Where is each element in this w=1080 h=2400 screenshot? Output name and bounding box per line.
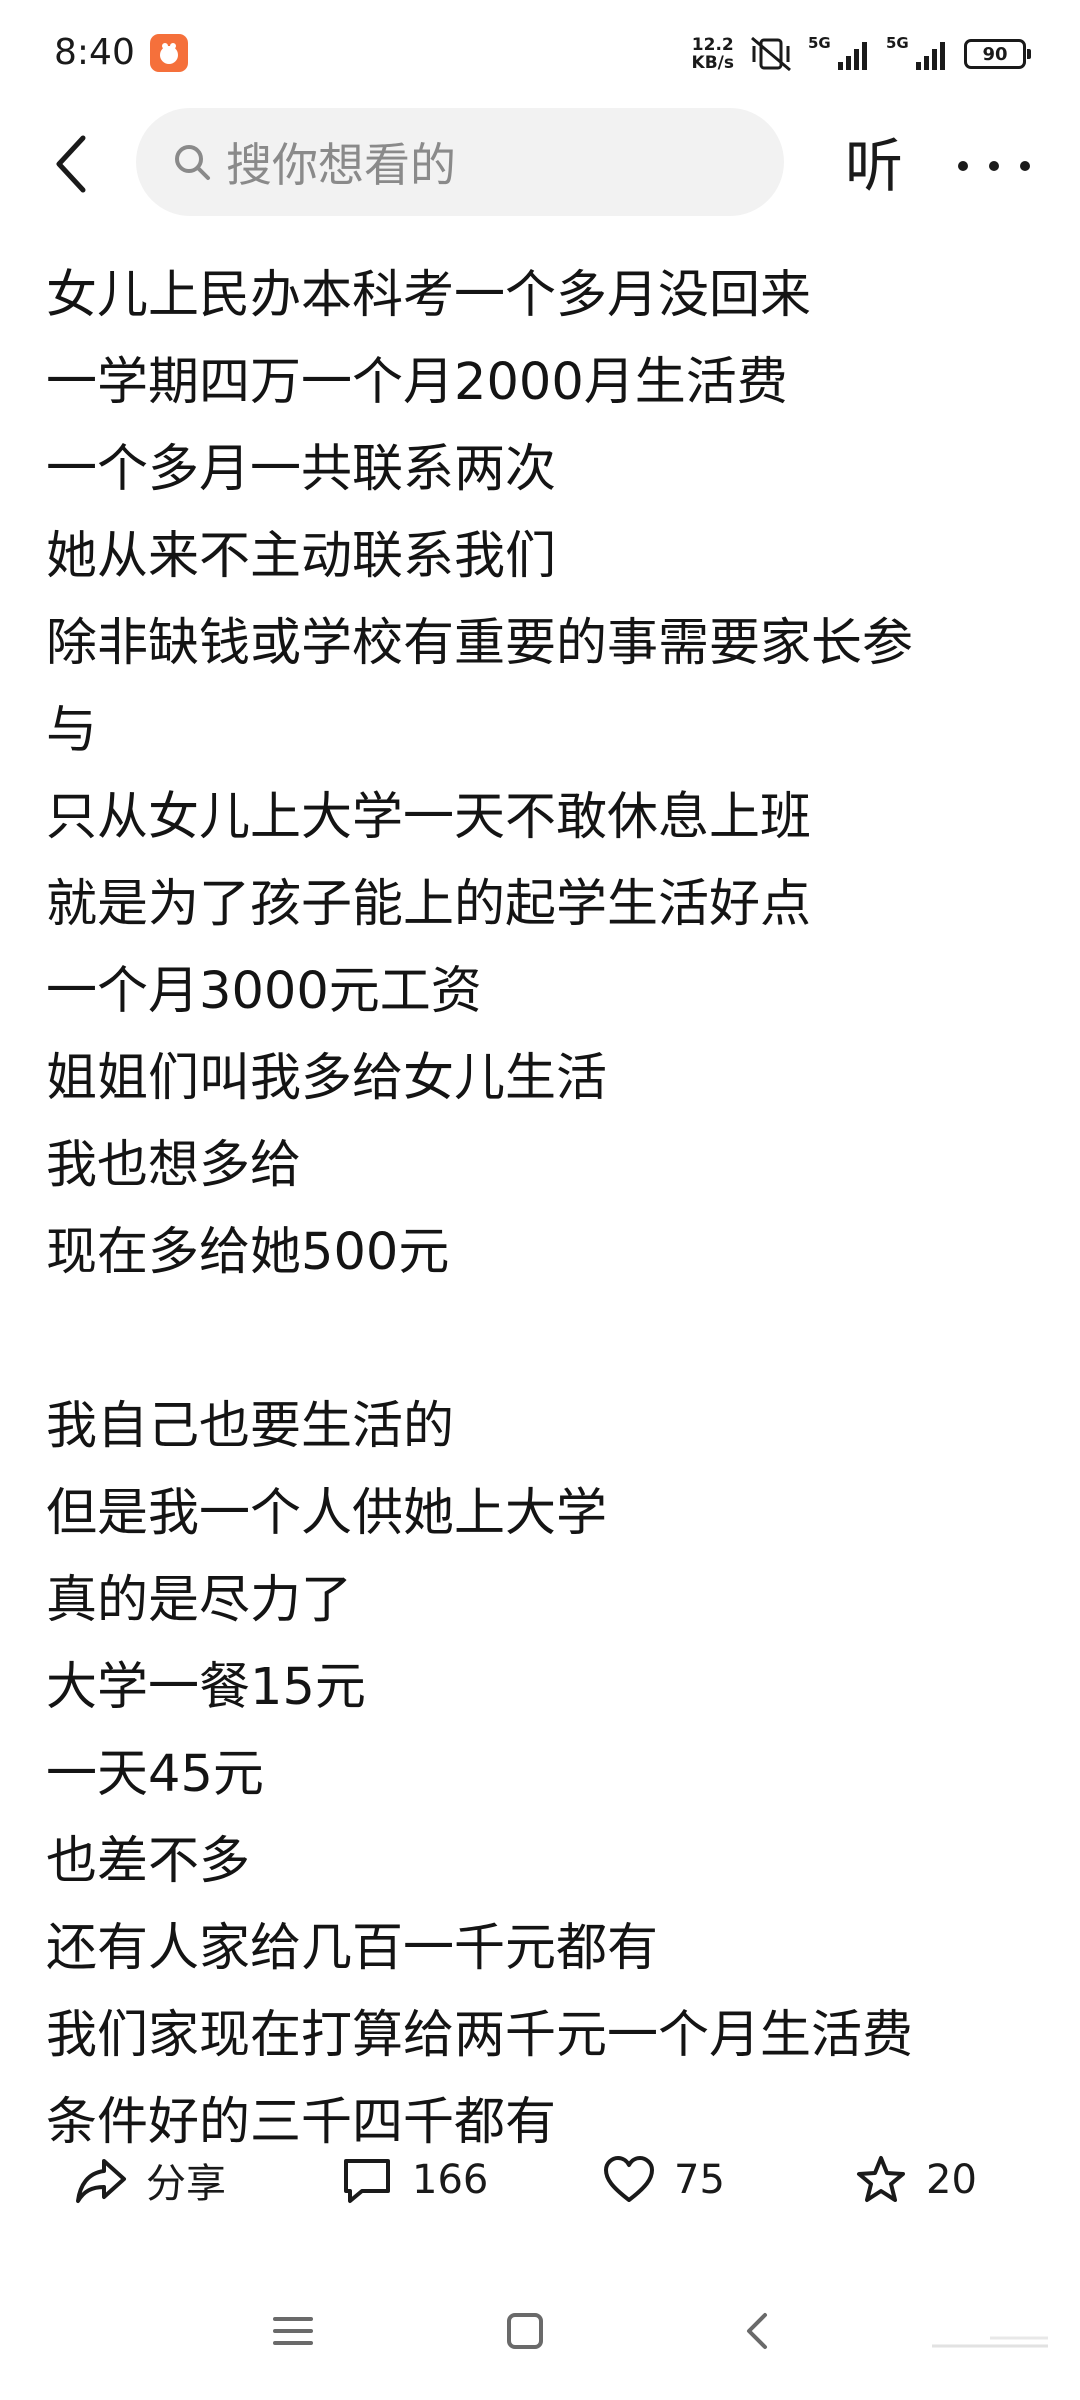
post-line: 还有人家给几百一千元都有 xyxy=(46,1919,659,1978)
post-line: 真的是尽力了 xyxy=(46,1571,353,1630)
search-placeholder: 搜你想看的 xyxy=(226,138,456,192)
watermark xyxy=(930,2324,1050,2354)
status-indicators: 12.2 KB/s 5G 5G 90 xyxy=(692,26,1031,82)
post-content: 女儿上民办本科考一个多月没回来 一学期四万一个月2000月生活费 一个多月一共联… xyxy=(46,252,1046,2166)
favorite-count: 20 xyxy=(926,2157,977,2203)
post-line: 大学一餐15元 xyxy=(46,1658,366,1717)
status-time: 8:40 xyxy=(54,32,135,73)
post-line: 女儿上民办本科考一个多月没回来 xyxy=(46,266,812,325)
post-line: 一天45元 xyxy=(46,1745,264,1804)
post-line: 姐姐们叫我多给女儿生活 xyxy=(46,1049,608,1108)
favorite-button[interactable]: 20 xyxy=(854,2130,977,2230)
post-line xyxy=(46,1296,1046,1383)
menu-icon[interactable] xyxy=(258,2296,328,2366)
post-line: 我自己也要生活的 xyxy=(46,1397,455,1456)
more-dot xyxy=(1020,161,1030,171)
more-dot xyxy=(958,161,968,171)
mute-vibrate-icon xyxy=(748,34,794,74)
navigation-bar xyxy=(0,2260,1080,2400)
post-line: 与 xyxy=(46,701,98,760)
post-line: 但是我一个人供她上大学 xyxy=(46,1484,608,1543)
post-line: 一个月3000元工资 xyxy=(46,962,482,1021)
share-label: 分享 xyxy=(146,2161,226,2207)
post-line: 她从来不主动联系我们 xyxy=(46,527,557,586)
home-icon[interactable] xyxy=(490,2296,560,2366)
signal-icon: 5G xyxy=(886,34,950,74)
app-notification-icon xyxy=(150,34,188,72)
network-speed-unit: KB/s xyxy=(691,53,734,73)
like-count: 75 xyxy=(674,2157,725,2203)
more-icon[interactable] xyxy=(944,124,1044,208)
battery-level: 90 xyxy=(982,43,1008,65)
post-line: 也差不多 xyxy=(46,1832,251,1891)
action-bar: 分享 166 75 20 xyxy=(0,2130,1080,2230)
back-icon xyxy=(51,132,91,200)
network-speed: 12.2 KB/s xyxy=(692,36,734,72)
back-button[interactable] xyxy=(36,124,106,208)
post-line: 就是为了孩子能上的起学生活好点 xyxy=(46,875,812,934)
network-speed-value: 12.2 xyxy=(691,35,734,55)
post-line: 一个多月一共联系两次 xyxy=(46,440,557,499)
back-nav-icon[interactable] xyxy=(722,2296,792,2366)
post-line: 现在多给她500元 xyxy=(46,1223,450,1282)
post-line: 我们家现在打算给两千元一个月生活费 xyxy=(46,2006,914,2065)
like-button[interactable]: 75 xyxy=(602,2130,725,2230)
comment-icon xyxy=(340,2155,394,2205)
search-icon xyxy=(170,140,214,184)
more-dot xyxy=(989,161,999,171)
search-input[interactable]: 搜你想看的 xyxy=(136,108,784,216)
signal-icon: 5G xyxy=(808,34,872,74)
share-button[interactable]: 分享 xyxy=(74,2130,226,2230)
battery-icon: 90 xyxy=(964,39,1031,69)
comment-button[interactable]: 166 xyxy=(340,2130,488,2230)
status-bar: 8:40 12.2 KB/s 5G 5G 90 xyxy=(0,0,1080,108)
post-line: 只从女儿上大学一天不敢休息上班 xyxy=(46,788,812,847)
comment-count: 166 xyxy=(412,2157,489,2203)
share-icon xyxy=(74,2155,128,2205)
listen-button[interactable]: 听 xyxy=(834,124,914,208)
post-line: 我也想多给 xyxy=(46,1136,302,1195)
heart-icon xyxy=(602,2155,656,2205)
top-bar: 搜你想看的 听 xyxy=(0,108,1080,224)
star-icon xyxy=(854,2155,908,2205)
post-line: 一学期四万一个月2000月生活费 xyxy=(46,353,788,412)
post-line: 除非缺钱或学校有重要的事需要家长参 xyxy=(46,614,914,673)
